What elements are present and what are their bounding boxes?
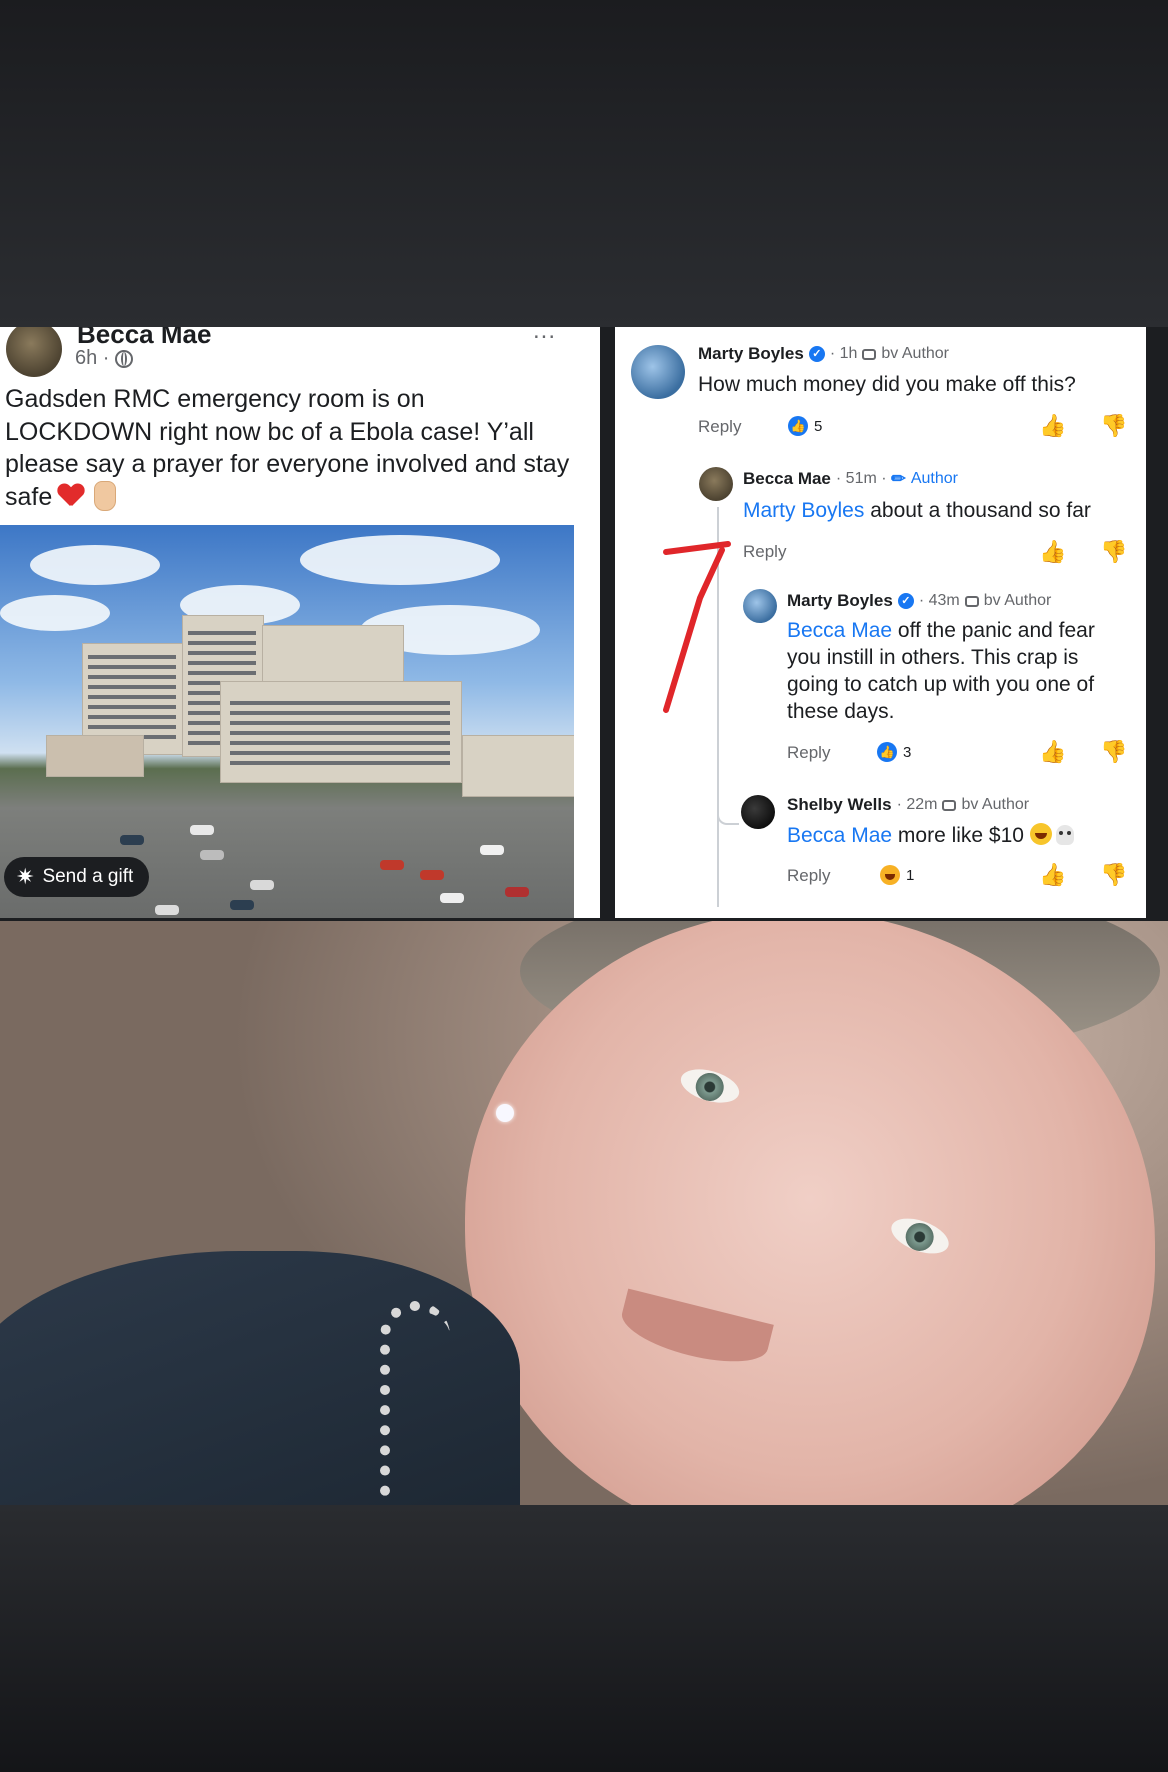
reaction-count[interactable]: 1 [880, 865, 914, 885]
comment-avatar[interactable] [699, 467, 733, 501]
verified-icon: ✓ [808, 346, 825, 362]
comment-text: Becca Mae more like $10 [787, 822, 1074, 849]
badge-icon [942, 799, 957, 811]
thumbs-up-icon[interactable]: 👍 [1039, 741, 1066, 763]
comment-text: Marty Boyles about a thousand so far [743, 497, 1091, 524]
comment-author-row: Shelby Wells · 22m bv Author [787, 795, 1029, 815]
comment-tag: bv Author [961, 796, 1030, 813]
comment-avatar[interactable] [631, 345, 685, 399]
haha-reaction-icon [880, 865, 900, 885]
thumbs-up-icon[interactable]: 👍 [1039, 415, 1066, 437]
thumbs-down-icon[interactable]: 👎 [1100, 415, 1127, 437]
comment-tag: bv Author [983, 592, 1052, 609]
crossed-fingers-icon [94, 480, 117, 511]
reaction-count-value: 3 [903, 743, 912, 761]
comment-avatar[interactable] [741, 795, 775, 829]
comment-author-row: Marty Boyles ✓ · 1h bv Author [698, 344, 949, 364]
gift-icon: ✷ [16, 864, 35, 889]
post-body: Gadsden RMC emergency room is on LOCKDOW… [5, 385, 570, 511]
comment-body: more like $10 [892, 824, 1024, 847]
red-heart-icon [58, 484, 84, 508]
comment-body: about a thousand so far [864, 499, 1091, 522]
comment-text: How much money did you make off this? [698, 373, 1076, 396]
send-gift-label: Send a gift [42, 866, 134, 887]
pencil-icon: ✎ [886, 466, 911, 491]
like-reaction-icon: 👍 [877, 742, 897, 762]
author-tag: Author [910, 470, 958, 487]
post-author-avatar[interactable] [6, 327, 62, 377]
post-menu-button[interactable]: ... [533, 327, 556, 345]
reaction-count[interactable]: 👍 5 [788, 416, 822, 436]
reaction-count-value: 5 [814, 417, 823, 435]
reply-button[interactable]: Reply [743, 542, 786, 562]
post-text: Gadsden RMC emergency room is on LOCKDOW… [5, 383, 575, 513]
red-arrow-annotation [663, 541, 731, 713]
selfie-chain [380, 1301, 450, 1505]
reply-button[interactable]: Reply [698, 417, 741, 437]
comment-time: · 22m [896, 796, 938, 813]
selfie-photo[interactable] [0, 921, 1168, 1505]
badge-icon [862, 348, 877, 360]
thumbs-down-icon[interactable]: 👎 [1100, 541, 1127, 563]
comment-tag: bv Author [881, 345, 950, 362]
comment-author-row: Marty Boyles ✓ · 43m bv Author [787, 591, 1051, 611]
reply-button[interactable]: Reply [787, 866, 830, 886]
comment-author-row: Becca Mae · 51m · ✎ Author [743, 466, 958, 491]
thumbs-down-icon[interactable]: 👎 [1100, 741, 1127, 763]
skull-emoji-icon [1055, 825, 1074, 845]
comment-author[interactable]: Shelby Wells [787, 795, 892, 815]
mention-link[interactable]: Becca Mae [787, 619, 892, 642]
send-gift-button[interactable]: ✷ Send a gift [4, 857, 150, 897]
globe-icon [115, 349, 134, 368]
mention-link[interactable]: Becca Mae [787, 824, 892, 847]
comment-time: · 1h [829, 345, 858, 362]
reaction-count-value: 1 [906, 866, 915, 884]
comment-author[interactable]: Marty Boyles [698, 344, 804, 364]
comment-text: Becca Mae off the panic and fear you ins… [787, 617, 1127, 725]
comment-time: · 51m · [835, 470, 887, 487]
story-background-top [0, 0, 1168, 327]
like-reaction-icon: 👍 [788, 416, 808, 436]
laughing-emoji-icon [1029, 823, 1052, 845]
verified-icon: ✓ [897, 593, 914, 609]
mention-link[interactable]: Marty Boyles [743, 499, 864, 522]
comment-time: · 43m [918, 592, 960, 609]
comment-author[interactable]: Becca Mae [743, 469, 831, 489]
story-background-bottom [0, 1505, 1168, 1772]
post-time-text: 6h · [75, 347, 110, 369]
thumbs-up-icon[interactable]: 👍 [1039, 864, 1066, 886]
thread-line [717, 803, 739, 825]
thumbs-up-icon[interactable]: 👍 [1039, 541, 1066, 563]
facebook-post: Becca Mae 6h · ... Gadsden RMC emergency… [0, 327, 600, 918]
post-timestamp: 6h · [75, 347, 134, 370]
thumbs-down-icon[interactable]: 👎 [1100, 864, 1127, 886]
comment-author[interactable]: Marty Boyles [787, 591, 893, 611]
reply-button[interactable]: Reply [787, 743, 830, 763]
badge-icon [964, 595, 979, 607]
reaction-count[interactable]: 👍 3 [877, 742, 911, 762]
earring [496, 1104, 514, 1122]
comment-avatar[interactable] [743, 589, 777, 623]
